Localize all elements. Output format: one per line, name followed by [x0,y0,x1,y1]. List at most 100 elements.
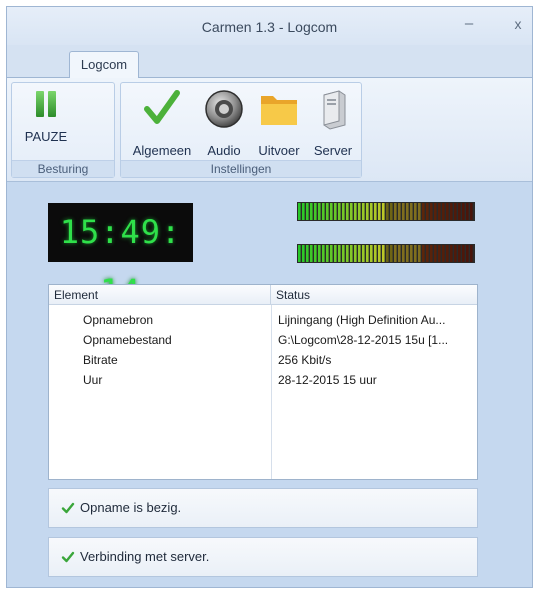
meter-segment [422,203,425,220]
list-header: Element Status [49,285,477,305]
meter-segment [414,245,417,262]
pause-button[interactable]: PAUZE [16,87,76,144]
element-name: Opnamebestand [83,333,172,347]
meter-segment [402,203,405,220]
column-header-status[interactable]: Status [271,285,477,305]
tab-logcom[interactable]: Logcom [69,51,139,79]
server-label: Server [313,143,353,158]
meter-segment [390,245,393,262]
meter-segment [322,203,325,220]
meter-segment [462,203,465,220]
meter-segment [418,203,421,220]
meter-segment [366,245,369,262]
meter-segment [370,245,373,262]
close-button[interactable]: x [507,14,529,36]
meter-segment [462,245,465,262]
group-label-instellingen: Instellingen [121,160,361,177]
meter-segment [358,245,361,262]
list-row[interactable]: Bitrate 256 Kbit/s [49,350,477,370]
algemeen-button[interactable]: Algemeen [129,87,195,158]
meter-segment [466,245,469,262]
list-row[interactable]: Uur 28-12-2015 15 uur [49,370,477,390]
meter-segment [366,203,369,220]
level-meter-bottom [297,244,475,263]
ribbon-group-besturing: PAUZE Besturing [11,82,115,178]
element-name: Uur [83,373,103,387]
meter-segment [434,245,437,262]
meter-segment [378,245,381,262]
meter-segment [438,203,441,220]
meter-segment [370,203,373,220]
meter-segment [410,203,413,220]
status-message-connection: Verbinding met server. [48,537,478,577]
meter-segment [342,245,345,262]
meter-segment [450,245,453,262]
pause-icon [16,87,76,131]
meter-segment [390,203,393,220]
meter-segment [458,245,461,262]
meter-segment [442,203,445,220]
uitvoer-button[interactable]: Uitvoer [253,87,305,158]
meter-segment [322,245,325,262]
title-bar[interactable]: Carmen 1.3 - Logcom – x [7,7,532,45]
meter-segment [406,245,409,262]
meter-segment [426,203,429,220]
meter-segment [302,203,305,220]
meter-segment [338,203,341,220]
meter-segment [450,203,453,220]
element-status: 256 Kbit/s [278,353,332,367]
meter-segment [410,245,413,262]
meter-segment [446,203,449,220]
meter-segment [302,245,305,262]
checkmark-icon [61,502,75,514]
column-header-element[interactable]: Element [49,285,271,305]
meter-segment [458,203,461,220]
minimize-button[interactable]: – [458,14,480,36]
server-icon [309,87,357,131]
ribbon-group-instellingen: Algemeen Audio Uitvoer Server Instelling… [120,82,362,178]
meter-segment [398,245,401,262]
meter-segment [454,245,457,262]
clock-display: 15:49: 14 [48,203,193,310]
meter-segment [470,203,473,220]
meter-segment [310,245,313,262]
meter-segment [306,245,309,262]
meter-segment [318,203,321,220]
meter-segment [306,203,309,220]
meter-segment [330,245,333,262]
meter-segment [374,245,377,262]
meter-segment [314,245,317,262]
meter-segment [318,245,321,262]
meter-segment [346,203,349,220]
element-status: Lijningang (High Definition Au... [278,313,446,327]
meter-segment [338,245,341,262]
meter-segment [386,245,389,262]
meter-segment [406,203,409,220]
audio-button[interactable]: Audio [201,87,247,158]
list-row[interactable]: Opnamebestand G:\Logcom\28-12-2015 15u [… [49,330,477,350]
speaker-icon [201,87,247,131]
meter-segment [334,245,337,262]
meter-segment [446,245,449,262]
meter-segment [362,203,365,220]
meter-segment [374,203,377,220]
meter-segment [414,203,417,220]
meter-segment [310,203,313,220]
meter-segment [358,203,361,220]
meter-segment [334,203,337,220]
element-list[interactable]: Element Status Opnamebron Lijningang (Hi… [48,284,478,480]
group-label-besturing: Besturing [12,160,114,177]
server-button[interactable]: Server [309,87,357,158]
meter-segment [470,245,473,262]
uitvoer-label: Uitvoer [258,143,300,158]
meter-segment [386,203,389,220]
meter-segment [354,245,357,262]
ribbon-tab-strip: Logcom [7,45,532,79]
list-row[interactable]: Opnamebron Lijningang (High Definition A… [49,310,477,330]
meter-segment [362,245,365,262]
meter-segment [430,203,433,220]
meter-segment [402,245,405,262]
audio-label: Audio [207,143,241,158]
meter-segment [454,203,457,220]
meter-segment [354,203,357,220]
